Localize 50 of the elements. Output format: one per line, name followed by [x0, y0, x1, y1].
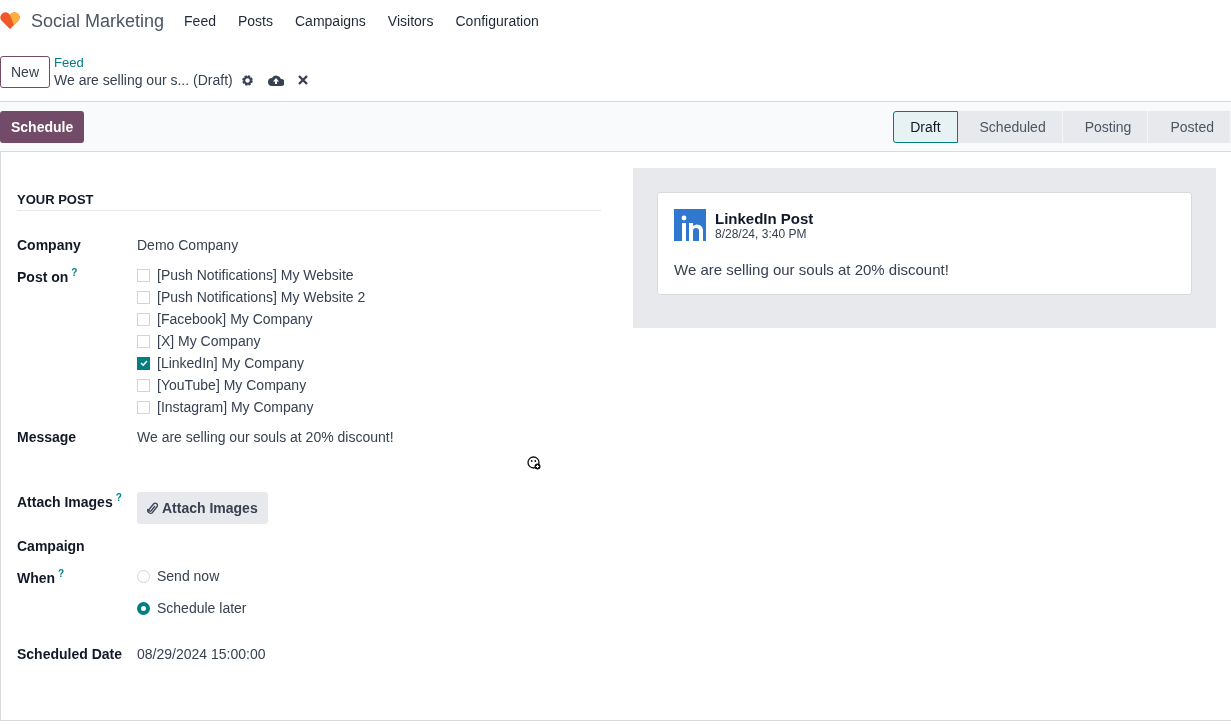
- radio-button[interactable]: [137, 601, 150, 615]
- message-text[interactable]: We are selling our souls at 20% discount!: [137, 429, 601, 445]
- preview-title: LinkedIn Post: [715, 209, 814, 227]
- checkbox-label[interactable]: [YouTube] My Company: [157, 377, 307, 393]
- checkbox-label[interactable]: [Push Notifications] My Website: [157, 267, 354, 283]
- cloud-upload-icon[interactable]: [267, 74, 284, 86]
- field-value: 08/29/2024 15:00:00: [137, 646, 266, 662]
- field-label: Company: [17, 237, 81, 253]
- status-stage[interactable]: Posting: [1062, 110, 1149, 143]
- field-label: Message: [17, 429, 77, 445]
- field-label: Post on: [17, 268, 69, 285]
- menu-item[interactable]: Feed: [184, 13, 216, 29]
- checkbox[interactable]: [137, 356, 150, 370]
- status-stage[interactable]: Posted: [1148, 110, 1231, 143]
- checkbox-label[interactable]: [Instagram] My Company: [157, 399, 314, 415]
- field-label: Attach Images: [17, 493, 113, 510]
- field-label: When: [17, 569, 56, 586]
- status-stage[interactable]: Scheduled: [957, 110, 1063, 143]
- help-tooltip[interactable]: ?: [115, 492, 122, 503]
- menu-item[interactable]: Visitors: [387, 13, 434, 29]
- linkedin-logo-icon: [674, 209, 706, 241]
- settings-icon[interactable]: [240, 73, 254, 87]
- paperclip-icon: [147, 501, 158, 515]
- menu-item[interactable]: Posts: [238, 13, 273, 29]
- field-value: Demo Company: [137, 237, 239, 253]
- radio-label[interactable]: Send now: [157, 568, 220, 584]
- help-tooltip[interactable]: ?: [71, 267, 78, 278]
- preview-date: 8/28/24, 3:40 PM: [715, 226, 808, 241]
- checkbox-label[interactable]: [LinkedIn] My Company: [157, 355, 305, 371]
- checkbox-label[interactable]: [X] My Company: [157, 333, 261, 349]
- record-title: We are selling our s... (Draft): [54, 72, 233, 88]
- checkbox-label[interactable]: [Facebook] My Company: [157, 311, 313, 327]
- radio-label[interactable]: Schedule later: [157, 600, 247, 616]
- menu-item[interactable]: Configuration: [455, 13, 539, 29]
- field-label: Scheduled Date: [17, 646, 123, 662]
- preview-message: We are selling our souls at 20% discount!: [674, 261, 950, 278]
- new-button[interactable]: New: [0, 55, 50, 88]
- field-label: Campaign: [17, 538, 85, 554]
- status-stage[interactable]: Draft: [893, 110, 958, 143]
- menu-item[interactable]: Campaigns: [295, 13, 366, 29]
- attach-images-button[interactable]: Attach Images: [137, 492, 268, 524]
- breadcrumb-link[interactable]: Feed: [54, 55, 308, 70]
- emoji-add-icon[interactable]: [527, 456, 541, 470]
- checkbox-label[interactable]: [Push Notifications] My Website 2: [157, 289, 366, 305]
- section-title: YOUR POST: [17, 192, 601, 211]
- close-icon[interactable]: [297, 75, 308, 85]
- heart-logo-icon: [0, 12, 20, 30]
- help-tooltip[interactable]: ?: [58, 568, 65, 579]
- schedule-button[interactable]: Schedule: [0, 110, 85, 143]
- app-name[interactable]: Social Marketing: [31, 10, 165, 32]
